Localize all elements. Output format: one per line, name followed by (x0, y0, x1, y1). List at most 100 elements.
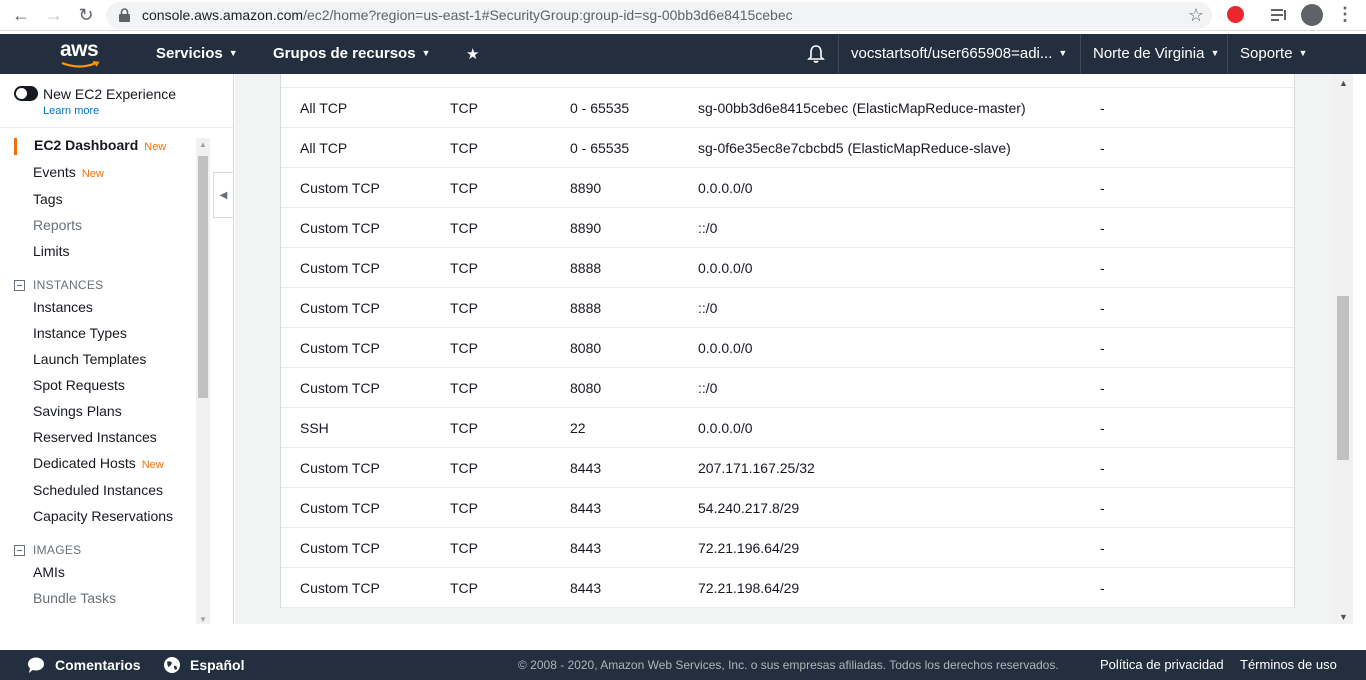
scroll-down-icon[interactable]: ▼ (199, 615, 207, 624)
rule-type-cell: Custom TCP (300, 340, 380, 356)
sidebar-item-reports[interactable]: Reports (33, 217, 82, 233)
table-row: Custom TCP TCP 8443 207.171.167.25/32 - (281, 448, 1294, 488)
scroll-up-icon[interactable]: ▲ (199, 140, 207, 149)
bell-icon[interactable] (807, 44, 825, 64)
rule-type-cell: All TCP (300, 140, 348, 156)
reading-list-icon[interactable] (1270, 6, 1288, 24)
back-icon[interactable]: ← (10, 4, 32, 26)
sidebar-item-amis[interactable]: AMIs (33, 564, 65, 580)
sidebar-item-dedicated-hosts[interactable]: Dedicated Hosts New (33, 455, 164, 471)
sidebar-item-instance-types[interactable]: Instance Types (33, 325, 127, 341)
language-selector[interactable]: Español (190, 657, 244, 673)
sidebar-item-scheduled-instances[interactable]: Scheduled Instances (33, 482, 163, 498)
copyright-text: © 2008 - 2020, Amazon Web Services, Inc.… (518, 658, 1059, 672)
table-row: Custom TCP TCP 8888 0.0.0.0/0 - (281, 248, 1294, 288)
protocol-cell: TCP (450, 260, 478, 276)
new-experience-toggle[interactable] (14, 86, 38, 101)
rule-type-cell: SSH (300, 420, 329, 436)
terms-link[interactable]: Términos de uso (1240, 657, 1337, 672)
globe-icon (164, 657, 180, 673)
extension-icon[interactable] (1227, 6, 1244, 23)
lock-icon (119, 8, 130, 22)
profile-avatar[interactable] (1301, 4, 1323, 26)
services-menu[interactable]: Servicios ▼ (156, 45, 238, 62)
sidebar-scroll-thumb[interactable] (198, 156, 208, 398)
feedback-link[interactable]: Comentarios (55, 657, 141, 673)
description-cell: - (1100, 220, 1105, 236)
port-range-cell: 8890 (570, 220, 602, 236)
description-cell: - (1100, 460, 1105, 476)
chevron-down-icon: ▼ (1298, 48, 1308, 58)
console-footer: Comentarios Español © 2008 - 2020, Amazo… (0, 650, 1366, 680)
pin-icon[interactable]: ★ (466, 45, 479, 63)
table-header-row (281, 74, 1294, 88)
region-menu[interactable]: Norte de Virginia ▼ (1093, 45, 1219, 62)
active-indicator (14, 138, 17, 155)
collapse-section-icon[interactable] (14, 545, 25, 556)
scroll-down-icon[interactable]: ▼ (1339, 612, 1348, 622)
browser-menu-icon[interactable]: ⋮ (1336, 4, 1354, 25)
feedback-icon (28, 657, 44, 673)
page-scrollbar[interactable]: ▲ ▼ (1333, 74, 1353, 624)
sidebar-item-spot-requests[interactable]: Spot Requests (33, 377, 125, 393)
support-menu[interactable]: Soporte ▼ (1240, 45, 1307, 62)
source-cell: 0.0.0.0/0 (698, 260, 753, 276)
ec2-sidebar: New EC2 Experience Learn more EC2 Dashbo… (0, 74, 234, 624)
source-cell: 54.240.217.8/29 (698, 500, 800, 516)
rule-type-cell: Custom TCP (300, 500, 380, 516)
rule-type-cell: Custom TCP (300, 380, 380, 396)
sidebar-item-instances[interactable]: Instances (33, 299, 93, 315)
chevron-down-icon: ▼ (421, 48, 431, 58)
bookmark-star-icon[interactable]: ☆ (1188, 5, 1204, 26)
description-cell: - (1100, 180, 1105, 196)
table-row: SSH TCP 22 0.0.0.0/0 - (281, 408, 1294, 448)
support-label: Soporte (1240, 45, 1293, 62)
sidebar-item-reserved-instances[interactable]: Reserved Instances (33, 429, 157, 445)
header-divider (838, 34, 839, 74)
description-cell: - (1100, 140, 1105, 156)
chevron-down-icon: ▼ (1210, 48, 1220, 58)
forward-icon[interactable]: → (43, 4, 65, 26)
sidebar-item-savings-plans[interactable]: Savings Plans (33, 403, 122, 419)
page-scroll-thumb[interactable] (1337, 296, 1349, 460)
privacy-link[interactable]: Política de privacidad (1100, 657, 1224, 672)
source-cell: 72.21.196.64/29 (698, 540, 800, 556)
source-cell: sg-0f6e35ec8e7cbcbd5 (ElasticMapReduce-s… (698, 140, 1011, 156)
address-bar[interactable]: console.aws.amazon.com/ec2/home?region=u… (106, 2, 1212, 29)
rule-type-cell: Custom TCP (300, 580, 380, 596)
new-experience-label: New EC2 Experience (43, 86, 177, 102)
sidebar-item-events[interactable]: Events New (33, 164, 104, 180)
sidebar-item-limits[interactable]: Limits (33, 243, 70, 259)
account-label: vocstartsoft/user665908=adi... (851, 45, 1053, 62)
protocol-cell: TCP (450, 180, 478, 196)
reload-icon[interactable]: ↻ (75, 4, 97, 26)
port-range-cell: 8080 (570, 380, 602, 396)
rule-type-cell: Custom TCP (300, 220, 380, 236)
source-cell: 0.0.0.0/0 (698, 340, 753, 356)
rule-type-cell: All TCP (300, 100, 348, 116)
protocol-cell: TCP (450, 300, 478, 316)
section-title-instances: INSTANCES (33, 278, 104, 292)
sidebar-item-bundle-tasks[interactable]: Bundle Tasks (33, 590, 116, 606)
main-content: All TCP TCP 0 - 65535 sg-00bb3d6e8415cebec … (241, 74, 1333, 624)
scroll-up-icon[interactable]: ▲ (1339, 78, 1348, 88)
description-cell: - (1100, 540, 1105, 556)
sidebar-item-label: Dedicated Hosts (33, 455, 136, 471)
chevron-down-icon: ▼ (228, 48, 238, 58)
account-menu[interactable]: vocstartsoft/user665908=adi... ▼ (851, 45, 1067, 62)
protocol-cell: TCP (450, 380, 478, 396)
sidebar-scrollbar[interactable]: ▲ ▼ (196, 138, 210, 624)
sidebar-item-tags[interactable]: Tags (33, 191, 63, 207)
chevron-down-icon: ▼ (1058, 48, 1068, 58)
learn-more-link[interactable]: Learn more (43, 105, 99, 117)
port-range-cell: 8080 (570, 340, 602, 356)
aws-logo[interactable]: aws (60, 38, 99, 62)
collapse-section-icon[interactable] (14, 280, 25, 291)
description-cell: - (1100, 380, 1105, 396)
resource-groups-menu[interactable]: Grupos de recursos ▼ (273, 45, 430, 62)
sidebar-item-launch-templates[interactable]: Launch Templates (33, 351, 146, 367)
collapse-sidebar-button[interactable]: ◀ (213, 172, 233, 218)
sidebar-item-capacity-reservations[interactable]: Capacity Reservations (33, 508, 173, 524)
description-cell: - (1100, 340, 1105, 356)
sidebar-item-ec2-dashboard[interactable]: EC2 Dashboard New (34, 137, 166, 153)
